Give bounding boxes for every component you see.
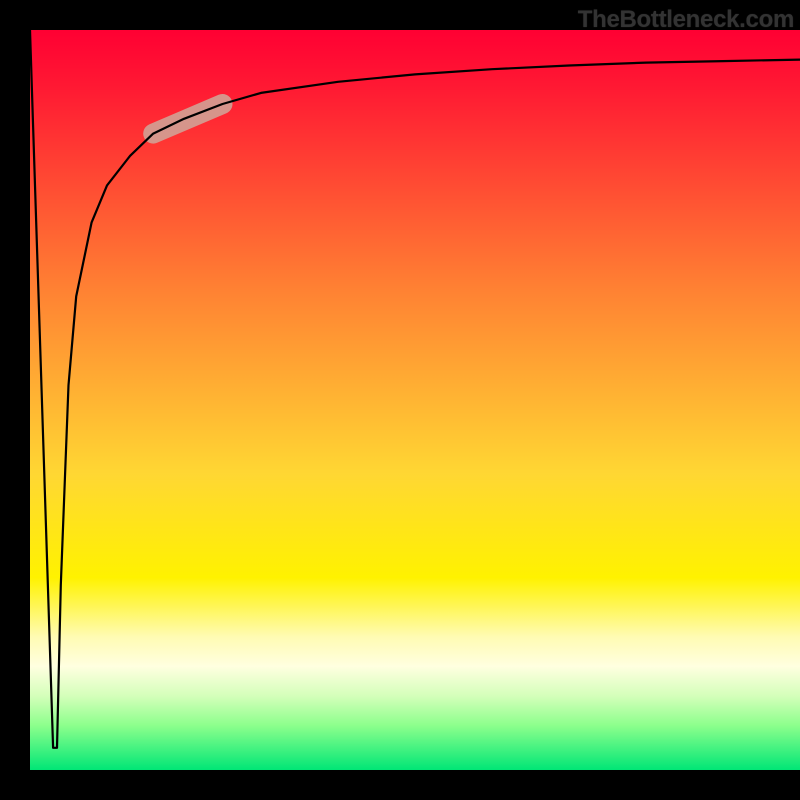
curve-svg xyxy=(30,30,800,770)
chart-frame: TheBottleneck.com xyxy=(0,0,800,800)
